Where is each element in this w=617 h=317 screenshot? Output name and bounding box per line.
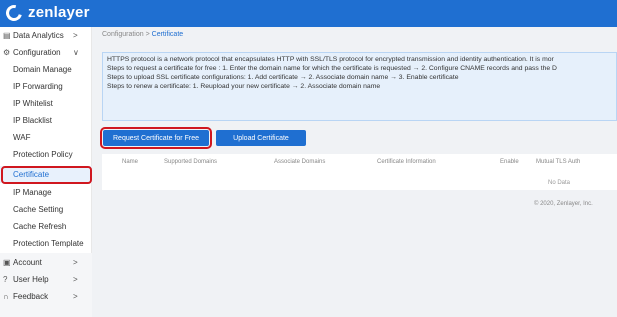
empty-state: No Data [548, 180, 571, 186]
sidebar-item-waf[interactable]: WAF [0, 129, 92, 146]
help-icon: ? [3, 275, 8, 284]
sidebar: ▤ Data Analytics > ⚙ Configuration ∨ Dom… [0, 27, 92, 317]
sidebar-item-data-analytics[interactable]: ▤ Data Analytics > [0, 27, 92, 44]
notice-line: HTTPS protocol is a network protocol tha… [107, 56, 554, 63]
breadcrumb-current: Certificate [151, 31, 184, 38]
sidebar-item-user-help[interactable]: ? User Help > [0, 271, 92, 288]
notice-line: Steps to request a certificate for free … [107, 65, 557, 72]
breadcrumb-separator: > [145, 31, 150, 38]
sidebar-item-cache-setting[interactable]: Cache Setting [0, 201, 92, 218]
headset-icon: ∩ [3, 292, 9, 301]
sidebar-item-cache-refresh[interactable]: Cache Refresh [0, 218, 92, 235]
column-header: Name [122, 159, 139, 165]
sidebar-item-protection-policy[interactable]: Protection Policy [0, 146, 92, 163]
sidebar-item-label: User Help [13, 275, 49, 284]
breadcrumb: Configuration > Certificate [102, 31, 183, 38]
chevron-right-icon: > [73, 258, 78, 267]
grid-icon: ▤ [3, 31, 11, 40]
upload-certificate-button[interactable]: Upload Certificate [216, 130, 306, 146]
sidebar-item-ip-manage[interactable]: IP Manage [0, 184, 92, 201]
chevron-right-icon: > [73, 292, 78, 301]
chevron-right-icon: > [73, 275, 78, 284]
notice-line: Steps to renew a certificate: 1. Reuploa… [107, 83, 381, 90]
main-content: Configuration > Certificate HTTPS protoc… [92, 27, 617, 317]
column-header: Enable [500, 159, 519, 165]
sidebar-item-account[interactable]: ▣ Account > [0, 254, 92, 271]
certificate-table: Name Supported Domains Associate Domains… [102, 154, 617, 190]
column-header: Certificate Information [377, 159, 436, 165]
info-notice: HTTPS protocol is a network protocol tha… [102, 52, 617, 121]
column-header: Supported Domains [164, 159, 218, 165]
notice-line: Steps to upload SSL certificate configur… [107, 74, 459, 81]
zenlayer-logo-icon [3, 1, 25, 24]
sidebar-item-label: Configuration [13, 48, 61, 57]
sidebar-item-label: Data Analytics [13, 31, 64, 40]
top-bar: zenlayer [0, 0, 617, 27]
gear-icon: ⚙ [3, 48, 11, 57]
copyright-footer: © 2020, Zenlayer, Inc. [534, 201, 593, 207]
account-icon: ▣ [3, 258, 11, 267]
sidebar-item-protection-template[interactable]: Protection Template [0, 235, 92, 252]
sidebar-item-ip-blacklist[interactable]: IP Blacklist [0, 112, 92, 129]
highlight-box [1, 166, 92, 184]
column-header: Mutual TLS Auth [536, 159, 581, 165]
sidebar-item-domain-manage[interactable]: Domain Manage [0, 61, 92, 78]
request-certificate-button[interactable]: Request Certificate for Free [103, 130, 209, 146]
sidebar-item-label: Account [13, 258, 42, 267]
sidebar-item-ip-forwarding[interactable]: IP Forwarding [0, 78, 92, 95]
chevron-right-icon: > [73, 31, 78, 40]
breadcrumb-parent[interactable]: Configuration [102, 31, 144, 38]
brand-logo[interactable]: zenlayer [3, 1, 90, 24]
sidebar-item-feedback[interactable]: ∩ Feedback > [0, 288, 92, 305]
column-header: Associate Domains [274, 159, 326, 165]
sidebar-item-configuration[interactable]: ⚙ Configuration ∨ [0, 44, 92, 61]
chevron-down-icon: ∨ [73, 48, 79, 57]
sidebar-item-ip-whitelist[interactable]: IP Whitelist [0, 95, 92, 112]
brand-name: zenlayer [28, 4, 90, 21]
sidebar-item-label: Feedback [13, 292, 49, 301]
